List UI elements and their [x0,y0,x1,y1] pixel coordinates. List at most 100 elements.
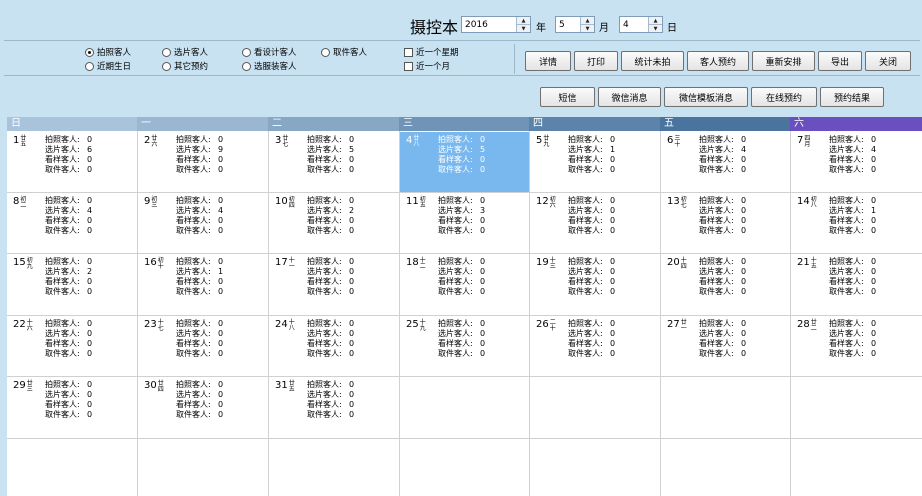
stat-label: 取件客人: [307,226,342,235]
calendar-day-cell[interactable]: 24 十八 拍照客人: 0 选片客人: 0 看样客人: 0 取件客人: 0 [269,316,399,376]
radio-pickup-guests[interactable]: 取件客人 [321,46,367,58]
calendar-day-cell[interactable] [400,439,529,496]
calendar-day-cell[interactable]: 23 十七 拍照客人: 0 选片客人: 0 看样客人: 0 取件客人: 0 [138,316,268,376]
stat-label: 选片客人: [176,329,211,338]
calendar-day-cell[interactable] [661,439,790,496]
calendar-day-cell[interactable]: 3 廿七 拍照客人: 0 选片客人: 5 看样客人: 0 取件客人: 0 [269,132,399,192]
calendar-day-cell[interactable] [530,439,660,496]
calendar-day-cell[interactable]: 7 四月 拍照客人: 0 选片客人: 4 看样客人: 0 取件客人: 0 [791,132,922,192]
close-button[interactable]: 关闭 [865,51,911,71]
stat-label: 选片客人: [45,145,80,154]
month-spinner[interactable]: 5 ▲ ▼ [555,16,595,33]
spin-down-icon[interactable]: ▼ [517,24,530,32]
online-booking-button[interactable]: 在线预约 [751,87,817,107]
day-stats: 拍照客人: 0 选片客人: 0 看样客人: 0 取件客人: 0 [829,257,876,297]
check-recent-month[interactable]: 近一个月 [404,60,450,72]
calendar-day-cell[interactable]: 27 廿一 拍照客人: 0 选片客人: 0 看样客人: 0 取件客人: 0 [661,316,790,376]
radio-recent-birthdays[interactable]: 近期生日 [85,60,131,72]
stat-value: 0 [871,277,877,286]
stat-value: 1 [218,267,224,276]
calendar-day-cell[interactable]: 8 初二 拍照客人: 0 选片客人: 4 看样客人: 0 取件客人: 0 [7,193,136,253]
calendar-day-cell[interactable]: 18 十二 拍照客人: 0 选片客人: 0 看样客人: 0 取件客人: 0 [400,254,529,315]
calendar-day-cell[interactable]: 30 廿四 拍照客人: 0 选片客人: 0 看样客人: 0 取件客人: 0 [138,377,268,438]
stat-value: 0 [87,257,93,266]
calendar-day-cell[interactable]: 10 初四 拍照客人: 0 选片客人: 2 看样客人: 0 取件客人: 0 [269,193,399,253]
calendar-day-cell[interactable]: 6 三十 拍照客人: 0 选片客人: 4 看样客人: 0 取件客人: 0 [661,132,790,192]
calendar-day-cell[interactable] [138,439,268,496]
year-spinner[interactable]: 2016 ▲ ▼ [461,16,531,33]
calendar-day-cell[interactable] [400,377,529,438]
stat-value: 4 [218,206,224,215]
calendar-day-cell[interactable]: 13 初七 拍照客人: 0 选片客人: 0 看样客人: 0 取件客人: 0 [661,193,790,253]
lunar-date: 廿八 [413,135,420,148]
stat-value: 4 [871,145,877,154]
guest-booking-button[interactable]: 客人预约 [687,51,749,71]
details-button[interactable]: 详情 [525,51,571,71]
calendar-day-cell[interactable] [791,439,922,496]
calendar-day-cell[interactable]: 19 十三 拍照客人: 0 选片客人: 0 看样客人: 0 取件客人: 0 [530,254,660,315]
stat-row: 看样客人: 0 [307,277,354,287]
spin-up-icon[interactable]: ▲ [581,17,594,24]
calendar-day-cell[interactable]: 9 初三 拍照客人: 0 选片客人: 4 看样客人: 0 取件客人: 0 [138,193,268,253]
calendar-day-cell[interactable]: 25 十九 拍照客人: 0 选片客人: 0 看样客人: 0 取件客人: 0 [400,316,529,376]
stat-label: 取件客人: [45,410,80,419]
radio-select-photo-guests[interactable]: 选片客人 [162,46,208,58]
calendar-day-cell[interactable]: 17 十一 拍照客人: 0 选片客人: 0 看样客人: 0 取件客人: 0 [269,254,399,315]
stat-value: 0 [871,155,877,164]
calendar-day-cell[interactable] [791,377,922,438]
stat-value: 0 [741,216,747,225]
calendar-day-cell[interactable]: 11 初五 拍照客人: 0 选片客人: 3 看样客人: 0 取件客人: 0 [400,193,529,253]
radio-photo-guests[interactable]: 拍照客人 [85,46,131,58]
radio-costume-guests[interactable]: 选服装客人 [242,60,297,72]
stat-value: 0 [610,329,616,338]
calendar-day-cell[interactable]: 4 廿八 拍照客人: 0 选片客人: 5 看样客人: 0 取件客人: 0 [400,132,529,192]
stat-value: 0 [349,390,355,399]
print-button[interactable]: 打印 [574,51,618,71]
calendar-day-cell[interactable]: 31 廿五 拍照客人: 0 选片客人: 0 看样客人: 0 取件客人: 0 [269,377,399,438]
reschedule-button[interactable]: 重新安排 [752,51,815,71]
spin-down-icon[interactable]: ▼ [581,24,594,32]
calendar-day-cell[interactable]: 15 初九 拍照客人: 0 选片客人: 2 看样客人: 0 取件客人: 0 [7,254,136,315]
spin-down-icon[interactable]: ▼ [649,24,662,32]
calendar-day-cell[interactable] [661,377,790,438]
day-number: 21 十五 [797,257,817,270]
export-button[interactable]: 导出 [818,51,862,71]
calendar-day-cell[interactable]: 5 廿九 拍照客人: 0 选片客人: 1 看样客人: 0 取件客人: 0 [530,132,660,192]
stat-row: 看样客人: 0 [176,216,223,226]
calendar-day-cell[interactable]: 29 廿三 拍照客人: 0 选片客人: 0 看样客人: 0 取件客人: 0 [7,377,136,438]
wechat-template-button[interactable]: 微信模板消息 [664,87,748,107]
radio-design-guests[interactable]: 看设计客人 [242,46,297,58]
calendar-day-cell[interactable]: 14 初八 拍照客人: 0 选片客人: 1 看样客人: 0 取件客人: 0 [791,193,922,253]
calendar-day-cell[interactable] [7,439,136,496]
calendar-day-cell[interactable]: 2 廿六 拍照客人: 0 选片客人: 9 看样客人: 0 取件客人: 0 [138,132,268,192]
stat-row: 选片客人: 4 [829,145,876,155]
stat-label: 取件客人: [568,287,603,296]
calendar-day-cell[interactable]: 22 十六 拍照客人: 0 选片客人: 0 看样客人: 0 取件客人: 0 [7,316,136,376]
check-recent-week[interactable]: 近一个星期 [404,46,459,58]
day-spinner[interactable]: 4 ▲ ▼ [619,16,663,33]
stat-row: 取件客人: 0 [568,226,615,236]
calendar-day-cell[interactable] [269,439,399,496]
calendar-day-cell[interactable]: 1 廿五 拍照客人: 0 选片客人: 6 看样客人: 0 取件客人: 0 [7,132,136,192]
calendar-day-cell[interactable]: 20 十四 拍照客人: 0 选片客人: 0 看样客人: 0 取件客人: 0 [661,254,790,315]
day-number: 9 初三 [144,196,157,209]
stat-label: 取件客人: [829,226,864,235]
wechat-message-button[interactable]: 微信消息 [598,87,661,107]
spin-up-icon[interactable]: ▲ [649,17,662,24]
stat-value: 0 [218,339,224,348]
stat-row: 拍照客人: 0 [45,380,92,390]
calendar-day-cell[interactable]: 28 廿二 拍照客人: 0 选片客人: 0 看样客人: 0 取件客人: 0 [791,316,922,376]
count-unshot-button[interactable]: 统计未拍 [621,51,684,71]
calendar-day-cell[interactable] [530,377,660,438]
booking-result-button[interactable]: 预约结果 [820,87,884,107]
calendar-day-cell[interactable]: 12 初六 拍照客人: 0 选片客人: 0 看样客人: 0 取件客人: 0 [530,193,660,253]
stat-value: 0 [349,319,355,328]
calendar-day-cell[interactable]: 16 初十 拍照客人: 0 选片客人: 1 看样客人: 0 取件客人: 0 [138,254,268,315]
calendar-day-cell[interactable]: 21 十五 拍照客人: 0 选片客人: 0 看样客人: 0 取件客人: 0 [791,254,922,315]
radio-other-appointments[interactable]: 其它预约 [162,60,208,72]
calendar-day-cell[interactable]: 26 二十 拍照客人: 0 选片客人: 0 看样客人: 0 取件客人: 0 [530,316,660,376]
stat-value: 0 [610,155,616,164]
stat-value: 0 [218,349,224,358]
spin-up-icon[interactable]: ▲ [517,17,530,24]
sms-button[interactable]: 短信 [540,87,595,107]
